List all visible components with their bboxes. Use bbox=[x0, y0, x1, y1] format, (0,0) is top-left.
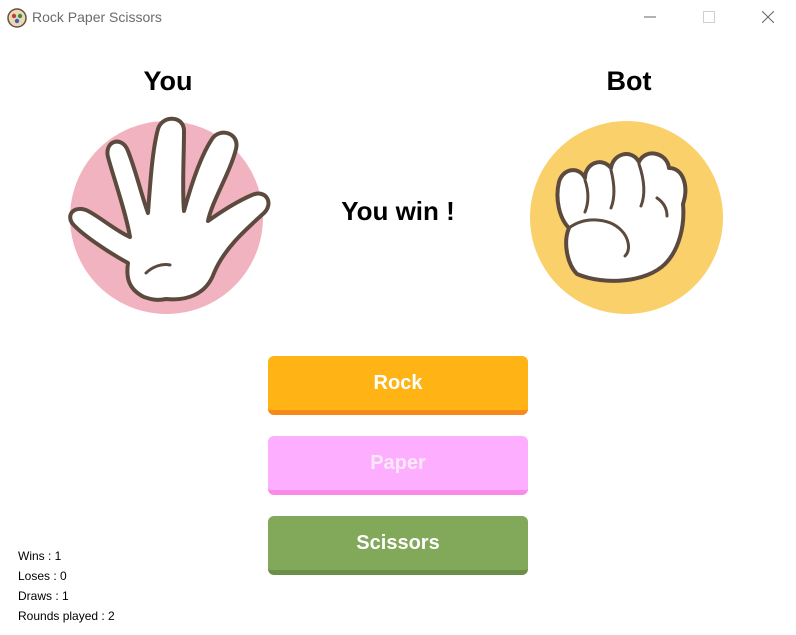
open-hand-paper-icon bbox=[68, 116, 271, 302]
title-bar: Rock Paper Scissors bbox=[0, 0, 796, 34]
minimize-icon bbox=[644, 16, 656, 18]
rock-button[interactable]: Rock bbox=[268, 356, 528, 415]
result-text: You win ! bbox=[341, 196, 455, 226]
rounds-played-stat: Rounds played : 2 bbox=[18, 609, 115, 623]
window-title: Rock Paper Scissors bbox=[32, 9, 162, 25]
fist-rock-icon bbox=[555, 151, 688, 283]
close-button[interactable] bbox=[745, 0, 791, 34]
paper-button[interactable]: Paper bbox=[268, 436, 528, 495]
scissors-button[interactable]: Scissors bbox=[268, 516, 528, 575]
minimize-button[interactable] bbox=[627, 0, 673, 34]
you-label: You bbox=[143, 66, 193, 96]
stats-panel: Wins : 1 Loses : 0 Draws : 1 Rounds play… bbox=[18, 546, 115, 626]
draws-stat: Draws : 1 bbox=[18, 589, 69, 603]
wins-stat: Wins : 1 bbox=[18, 549, 62, 563]
bot-label: Bot bbox=[606, 66, 652, 96]
maximize-icon bbox=[703, 11, 715, 23]
close-icon bbox=[762, 11, 774, 23]
maximize-button[interactable] bbox=[686, 0, 732, 34]
app-icon bbox=[7, 8, 27, 28]
loses-stat: Loses : 0 bbox=[18, 569, 67, 583]
